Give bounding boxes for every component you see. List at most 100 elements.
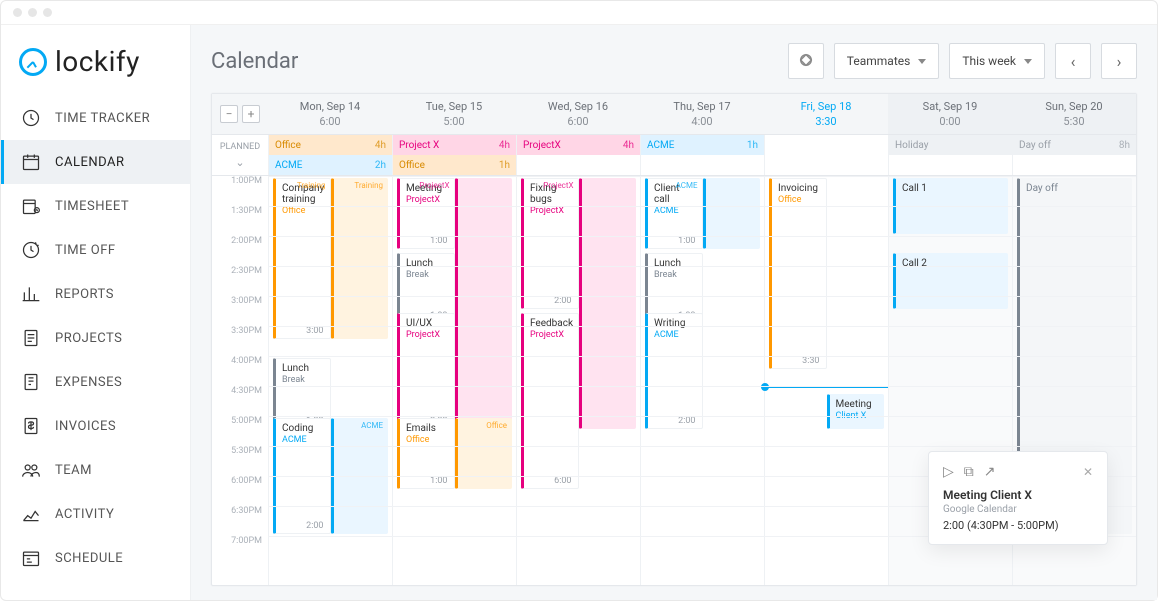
caret-down-icon bbox=[1024, 59, 1032, 64]
event-tag: Training bbox=[354, 181, 383, 190]
range-dropdown[interactable]: This week bbox=[949, 43, 1045, 79]
planned-cell-hours: 4h bbox=[623, 140, 634, 151]
sidebar-item-schedule[interactable]: SCHEDULE bbox=[1, 536, 190, 580]
doc-icon bbox=[21, 328, 41, 348]
filter-button[interactable] bbox=[788, 43, 824, 79]
event-title: Writing bbox=[654, 318, 685, 329]
calendar-event[interactable]: Call 2 bbox=[893, 253, 1008, 309]
planned-cell[interactable]: Office4h bbox=[268, 135, 392, 155]
calendar-event[interactable] bbox=[579, 178, 637, 429]
day-header[interactable]: Mon, Sep 146:00 bbox=[268, 94, 392, 134]
event-title: Meeting bbox=[836, 399, 872, 410]
event-title: Emails bbox=[406, 423, 436, 434]
teammates-dropdown[interactable]: Teammates bbox=[834, 43, 940, 79]
zoom-in-button[interactable]: + bbox=[242, 105, 260, 123]
day-total: 4:00 bbox=[640, 115, 764, 128]
close-icon[interactable]: ✕ bbox=[1083, 465, 1093, 479]
planned-cell[interactable]: ACME2h bbox=[268, 155, 392, 175]
day-column[interactable]: InvoicingOffice3:30MeetingClient X bbox=[764, 176, 888, 585]
day-header[interactable]: Thu, Sep 174:00 bbox=[640, 94, 764, 134]
planned-cell[interactable]: Day off8h bbox=[1012, 135, 1136, 155]
sidebar-item-time-tracker[interactable]: TIME TRACKER bbox=[1, 96, 190, 140]
sidebar-item-projects[interactable]: PROJECTS bbox=[1, 316, 190, 360]
zoom-out-button[interactable]: − bbox=[220, 105, 238, 123]
event-tag: Office bbox=[486, 421, 507, 430]
calendar-event[interactable]: EmailsOffice1:00 bbox=[397, 418, 455, 489]
day-column[interactable]: Company trainingOfficeTraining3:00 Traini… bbox=[268, 176, 392, 585]
planned-cell[interactable]: Holiday bbox=[888, 135, 1012, 155]
copy-icon[interactable]: ⧉ bbox=[964, 464, 974, 480]
sidebar-item-time-off[interactable]: TIME OFF bbox=[1, 228, 190, 272]
sidebar-item-calendar[interactable]: CALENDAR bbox=[1, 140, 190, 184]
next-week-button[interactable]: › bbox=[1101, 43, 1137, 79]
play-icon[interactable]: ▷ bbox=[943, 464, 954, 480]
chevron-down-icon[interactable]: ⌄ bbox=[235, 156, 244, 169]
event-popover: ▷⧉↗✕Meeting Client XGoogle Calendar2:00 … bbox=[928, 451, 1108, 545]
event-duration: 2:00 bbox=[678, 416, 695, 426]
sidebar-item-invoices[interactable]: INVOICES bbox=[1, 404, 190, 448]
planned-cell-name: ProjectX bbox=[523, 140, 561, 151]
calendar-event[interactable]: FeedbackProjectX6:00 bbox=[521, 313, 579, 489]
sidebar: lockify TIME TRACKERCALENDARTIMESHEETTIM… bbox=[1, 25, 191, 600]
traffic-light-min[interactable] bbox=[28, 8, 37, 17]
sidebar-item-label: ACTIVITY bbox=[55, 507, 114, 522]
popover-title: Meeting Client X bbox=[943, 488, 1093, 502]
planned-cell-hours: 1h bbox=[747, 140, 758, 151]
event-project: Office bbox=[282, 206, 324, 216]
time-label: 4:30PM bbox=[212, 386, 268, 416]
activity-icon bbox=[21, 504, 41, 524]
calendar-event[interactable]: Client callACMEACME1:00 bbox=[645, 178, 703, 249]
calendar-event[interactable]: MeetingClient X bbox=[827, 394, 885, 429]
sidebar-item-label: TIMESHEET bbox=[55, 199, 129, 214]
clock-icon bbox=[21, 108, 41, 128]
sidebar-item-label: TEAM bbox=[55, 463, 92, 478]
toolbar: Teammates This week ‹ › bbox=[788, 43, 1137, 79]
sidebar-item-label: PROJECTS bbox=[55, 331, 122, 346]
event-tag: ACME bbox=[361, 421, 383, 430]
planned-cell[interactable]: Project X4h bbox=[392, 135, 516, 155]
event-title: UI/UX bbox=[406, 318, 432, 329]
traffic-light-close[interactable] bbox=[13, 8, 22, 17]
sidebar-item-label: EXPENSES bbox=[55, 375, 122, 390]
planned-label-cell: PLANNED ⌄ bbox=[212, 135, 268, 175]
day-header[interactable]: Sun, Sep 205:30 bbox=[1012, 94, 1136, 134]
calendar-event[interactable]: Training bbox=[331, 178, 389, 339]
sidebar-item-team[interactable]: TEAM bbox=[1, 448, 190, 492]
event-project: Office bbox=[778, 195, 820, 205]
open-icon[interactable]: ↗ bbox=[984, 464, 996, 480]
sidebar-item-timesheet[interactable]: TIMESHEET bbox=[1, 184, 190, 228]
planned-cell-name: ACME bbox=[647, 140, 674, 151]
day-column[interactable]: Client callACMEACME1:00LunchBreak1:00Wri… bbox=[640, 176, 764, 585]
calendar-event[interactable]: MeetingProjectXProjectX1:00 bbox=[397, 178, 455, 249]
planned-cell-name: Office bbox=[275, 140, 301, 151]
event-project: Office bbox=[406, 435, 448, 445]
day-column[interactable]: MeetingProjectXProjectX1:00LunchBreak1:0… bbox=[392, 176, 516, 585]
calendar-event[interactable]: UI/UXProjectX2:00 bbox=[397, 313, 455, 429]
sidebar-item-label: INVOICES bbox=[55, 419, 116, 434]
day-header[interactable]: Sat, Sep 190:00 bbox=[888, 94, 1012, 134]
day-header[interactable]: Fri, Sep 183:30 bbox=[764, 94, 888, 134]
planned-label: PLANNED bbox=[220, 142, 260, 152]
time-label: 7:00PM bbox=[212, 536, 268, 566]
calendar-event[interactable]: Fixing bugsProjectXProjectX2:00 bbox=[521, 178, 579, 309]
event-duration: 2:00 bbox=[554, 296, 571, 306]
sidebar-item-reports[interactable]: REPORTS bbox=[1, 272, 190, 316]
calendar-event[interactable]: WritingACME2:00 bbox=[645, 313, 703, 429]
calendar-event[interactable]: Company trainingOfficeTraining3:00 bbox=[273, 178, 331, 339]
calendar-event[interactable] bbox=[703, 178, 761, 249]
prev-week-button[interactable]: ‹ bbox=[1055, 43, 1091, 79]
day-header[interactable]: Wed, Sep 166:00 bbox=[516, 94, 640, 134]
time-label: 5:00PM bbox=[212, 416, 268, 446]
planned-cell[interactable]: Office1h bbox=[392, 155, 516, 175]
planned-cell[interactable]: ACME 1h bbox=[640, 135, 764, 155]
event-title: Day off bbox=[1026, 183, 1058, 194]
sidebar-item-activity[interactable]: ACTIVITY bbox=[1, 492, 190, 536]
traffic-light-max[interactable] bbox=[43, 8, 52, 17]
day-column[interactable]: Fixing bugsProjectXProjectX2:00FeedbackP… bbox=[516, 176, 640, 585]
calendar-event[interactable] bbox=[455, 178, 513, 429]
sidebar-item-expenses[interactable]: EXPENSES bbox=[1, 360, 190, 404]
planned-cell[interactable]: ProjectX 4h bbox=[516, 135, 640, 155]
event-duration: 1:00 bbox=[678, 236, 695, 246]
day-header[interactable]: Tue, Sep 155:00 bbox=[392, 94, 516, 134]
calendar-event[interactable]: Office bbox=[455, 418, 513, 489]
